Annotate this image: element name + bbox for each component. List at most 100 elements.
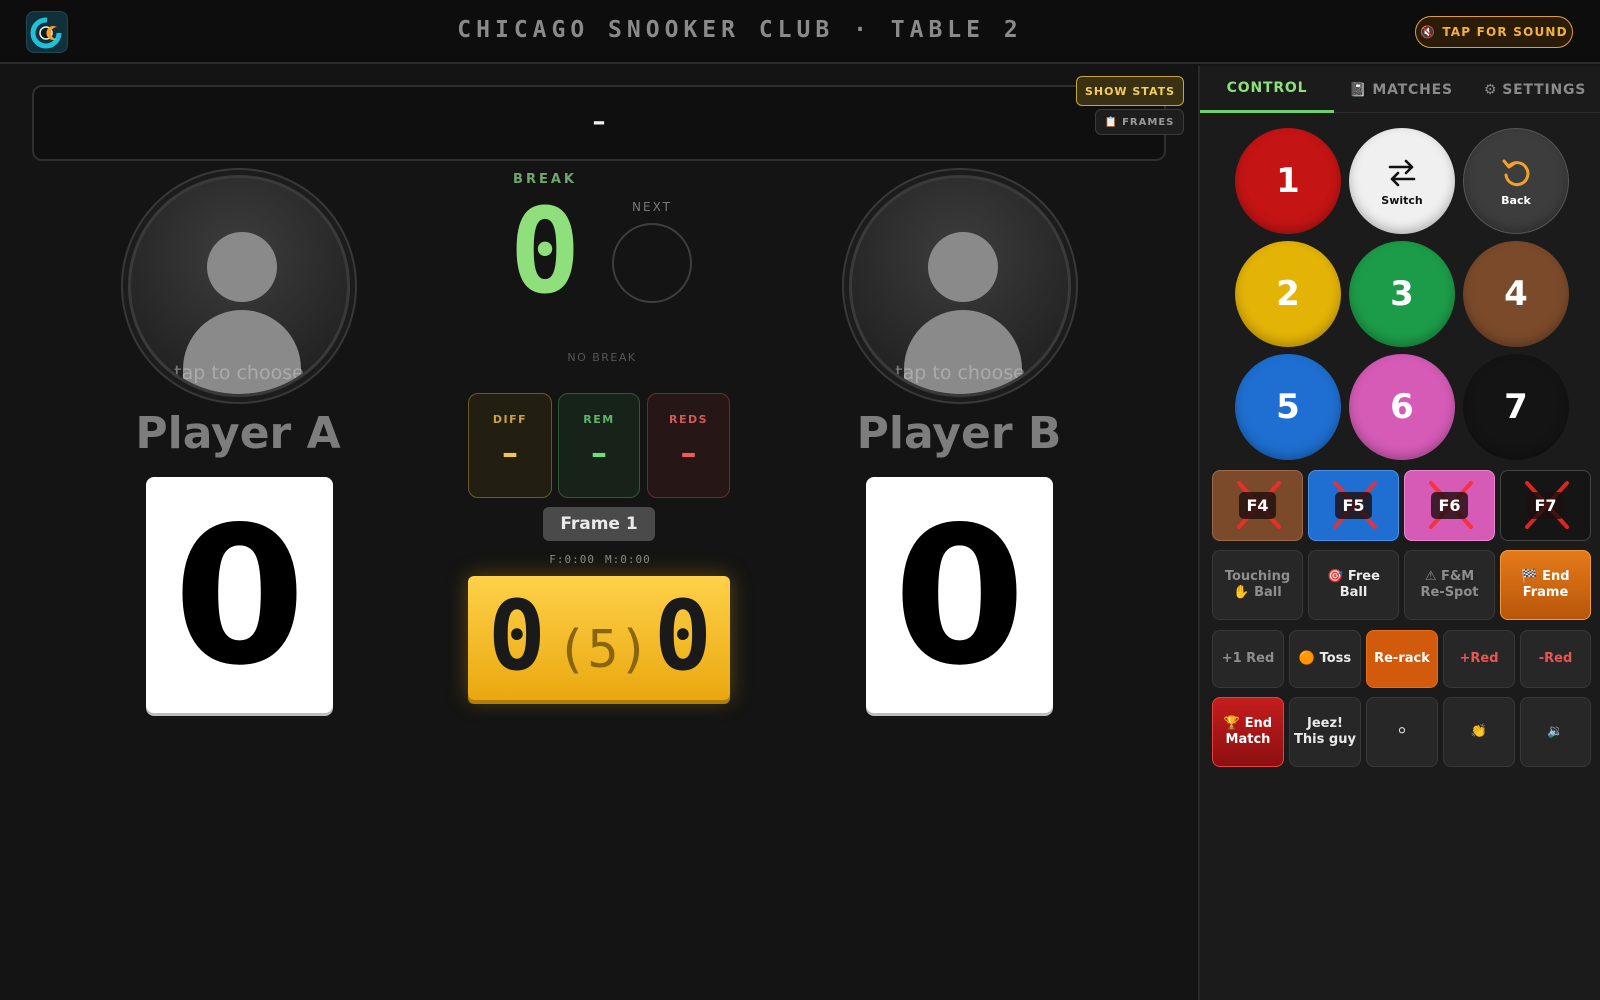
applause-button[interactable]: 👏 — [1443, 697, 1515, 767]
free-ball-button[interactable]: 🎯 Free Ball — [1308, 550, 1399, 620]
minus-red-button[interactable]: -Red — [1520, 630, 1591, 688]
undo-icon — [1502, 159, 1530, 186]
next-label: NEXT — [632, 200, 672, 214]
ball-value: 4 — [1504, 274, 1528, 314]
frames-won-b: 0 — [654, 580, 712, 692]
hand-icon: ✋ — [1233, 585, 1250, 600]
break-value: 0 — [509, 182, 581, 320]
toss-button[interactable]: 🟠 Toss — [1289, 630, 1361, 688]
jeez-line1: Jeez! — [1307, 716, 1343, 731]
tab-settings[interactable]: ⚙ SETTINGS — [1468, 66, 1600, 113]
next-ball-indicator — [612, 223, 692, 303]
blue-ball-button[interactable]: 5 — [1235, 354, 1341, 460]
checkered-flag-icon: 🏁 — [1521, 569, 1538, 584]
foul-6-button[interactable]: F6 — [1404, 470, 1495, 541]
green-ball-button[interactable]: 3 — [1349, 241, 1455, 347]
best-of-frames: (5) — [556, 620, 650, 680]
foul-and-miss-respot-button[interactable]: ⚠ F&M Re-Spot — [1404, 550, 1495, 620]
remaining-value: – — [591, 434, 607, 472]
player-a-score-card[interactable]: 0 — [146, 477, 333, 713]
player-b-avatar[interactable]: tap to choose — [849, 175, 1071, 397]
remaining-label: REM — [583, 413, 615, 426]
break-status: NO BREAK — [567, 351, 637, 364]
warning-icon: ⚠ — [1424, 569, 1437, 584]
show-stats-button[interactable]: SHOW STATS — [1076, 76, 1184, 106]
end-match-button[interactable]: 🏆 End Match — [1212, 697, 1284, 767]
black-ball-button[interactable]: 7 — [1463, 354, 1569, 460]
yellow-ball-button[interactable]: 2 — [1235, 241, 1341, 347]
frames-history-bar: – — [32, 85, 1166, 161]
tab-control-label: CONTROL — [1226, 80, 1308, 96]
sound-button-label: TAP FOR SOUND — [1442, 25, 1568, 39]
target-icon: 🎯 — [1327, 569, 1344, 584]
jeez-line2: This guy — [1294, 732, 1356, 747]
remaining-box: REM – — [558, 393, 640, 498]
speaker-icon: 🔉 — [1547, 724, 1564, 739]
foul-label: F5 — [1335, 492, 1372, 519]
match-timer: M:0:00 — [605, 553, 651, 566]
player-a-name[interactable]: Player A — [88, 408, 388, 459]
frames-won-a: 0 — [488, 580, 546, 692]
trophy-icon: 🏆 — [1223, 716, 1241, 731]
frame-timer: F:0:00 — [549, 553, 595, 566]
end-frame-line1: End — [1542, 569, 1570, 584]
speaker-button[interactable]: 🔉 — [1520, 697, 1591, 767]
diff-value: – — [502, 434, 518, 472]
end-frame-line2: Frame — [1522, 585, 1569, 600]
red-ball-button[interactable]: 1 — [1235, 128, 1341, 234]
foul-7-button[interactable]: F7 — [1500, 470, 1591, 541]
frames-button[interactable]: 📋 FRAMES — [1095, 109, 1184, 135]
switch-player-button[interactable]: Switch — [1349, 128, 1455, 234]
frames-button-label: FRAMES — [1122, 116, 1175, 128]
frames-history-value: – — [592, 107, 606, 137]
avatar-head-icon — [928, 232, 998, 302]
end-match-line1: End — [1244, 716, 1273, 731]
ball-value: 1 — [1276, 161, 1300, 201]
toss-label: Toss — [1319, 651, 1352, 666]
control-panel: CONTROL 📓 MATCHES ⚙ SETTINGS 1 Switch Ba… — [1198, 66, 1600, 1000]
brown-ball-button[interactable]: 4 — [1463, 241, 1569, 347]
muted-speaker-icon: 🔇 — [1420, 25, 1437, 39]
player-b-score: 0 — [893, 486, 1026, 707]
reds-box: REDS – — [647, 393, 730, 498]
rerack-button[interactable]: Re-rack — [1366, 630, 1438, 688]
end-match-line2: Match — [1225, 732, 1271, 747]
foul-label: F4 — [1239, 492, 1276, 519]
ball-value: 7 — [1504, 387, 1528, 427]
plus-red-button[interactable]: +Red — [1443, 630, 1515, 688]
player-b-score-card[interactable]: 0 — [866, 477, 1053, 713]
avatar-hint: tap to choose — [174, 362, 304, 384]
diff-box: DIFF – — [468, 393, 552, 498]
add-one-red-button[interactable]: +1 Red — [1212, 630, 1284, 688]
player-b-name[interactable]: Player B — [809, 408, 1109, 459]
cue-ball-button[interactable]: ⚪ — [1366, 697, 1438, 767]
touching-ball-button[interactable]: Touching ✋ Ball — [1212, 550, 1303, 620]
free-ball-line2: Ball — [1339, 585, 1368, 600]
ball-value: 5 — [1276, 387, 1300, 427]
tab-matches-label: MATCHES — [1372, 81, 1453, 98]
tab-matches[interactable]: 📓 MATCHES — [1334, 66, 1468, 113]
foul-5-button[interactable]: F5 — [1308, 470, 1399, 541]
app-header: CHICAGO SNOOKER CLUB · TABLE 2 🔇 TAP FOR… — [0, 0, 1600, 64]
clapping-hands-icon: 👏 — [1470, 724, 1488, 739]
tab-control[interactable]: CONTROL — [1200, 66, 1334, 113]
timers: F:0:00 M:0:00 — [500, 553, 700, 566]
undo-button[interactable]: Back — [1463, 128, 1569, 234]
pink-ball-button[interactable]: 6 — [1349, 354, 1455, 460]
foul-label: F6 — [1431, 492, 1468, 519]
jeez-this-guy-button[interactable]: Jeez! This guy — [1289, 697, 1361, 767]
end-frame-button[interactable]: 🏁 End Frame — [1500, 550, 1591, 620]
frame-score-board: 0 (5) 0 — [468, 576, 730, 700]
player-a-score: 0 — [173, 486, 306, 707]
back-label: Back — [1501, 193, 1531, 207]
switch-label: Switch — [1381, 193, 1423, 207]
coin-icon: 🟠 — [1298, 651, 1316, 666]
fm-line1: F&M — [1441, 569, 1475, 584]
tab-settings-label: SETTINGS — [1502, 81, 1587, 98]
reds-label: REDS — [668, 413, 709, 426]
reds-value: – — [680, 434, 697, 472]
foul-4-button[interactable]: F4 — [1212, 470, 1303, 541]
player-a-avatar[interactable]: tap to choose — [128, 175, 350, 397]
tap-for-sound-button[interactable]: 🔇 TAP FOR SOUND — [1415, 16, 1573, 48]
clipboard-icon: 📋 — [1104, 116, 1119, 128]
